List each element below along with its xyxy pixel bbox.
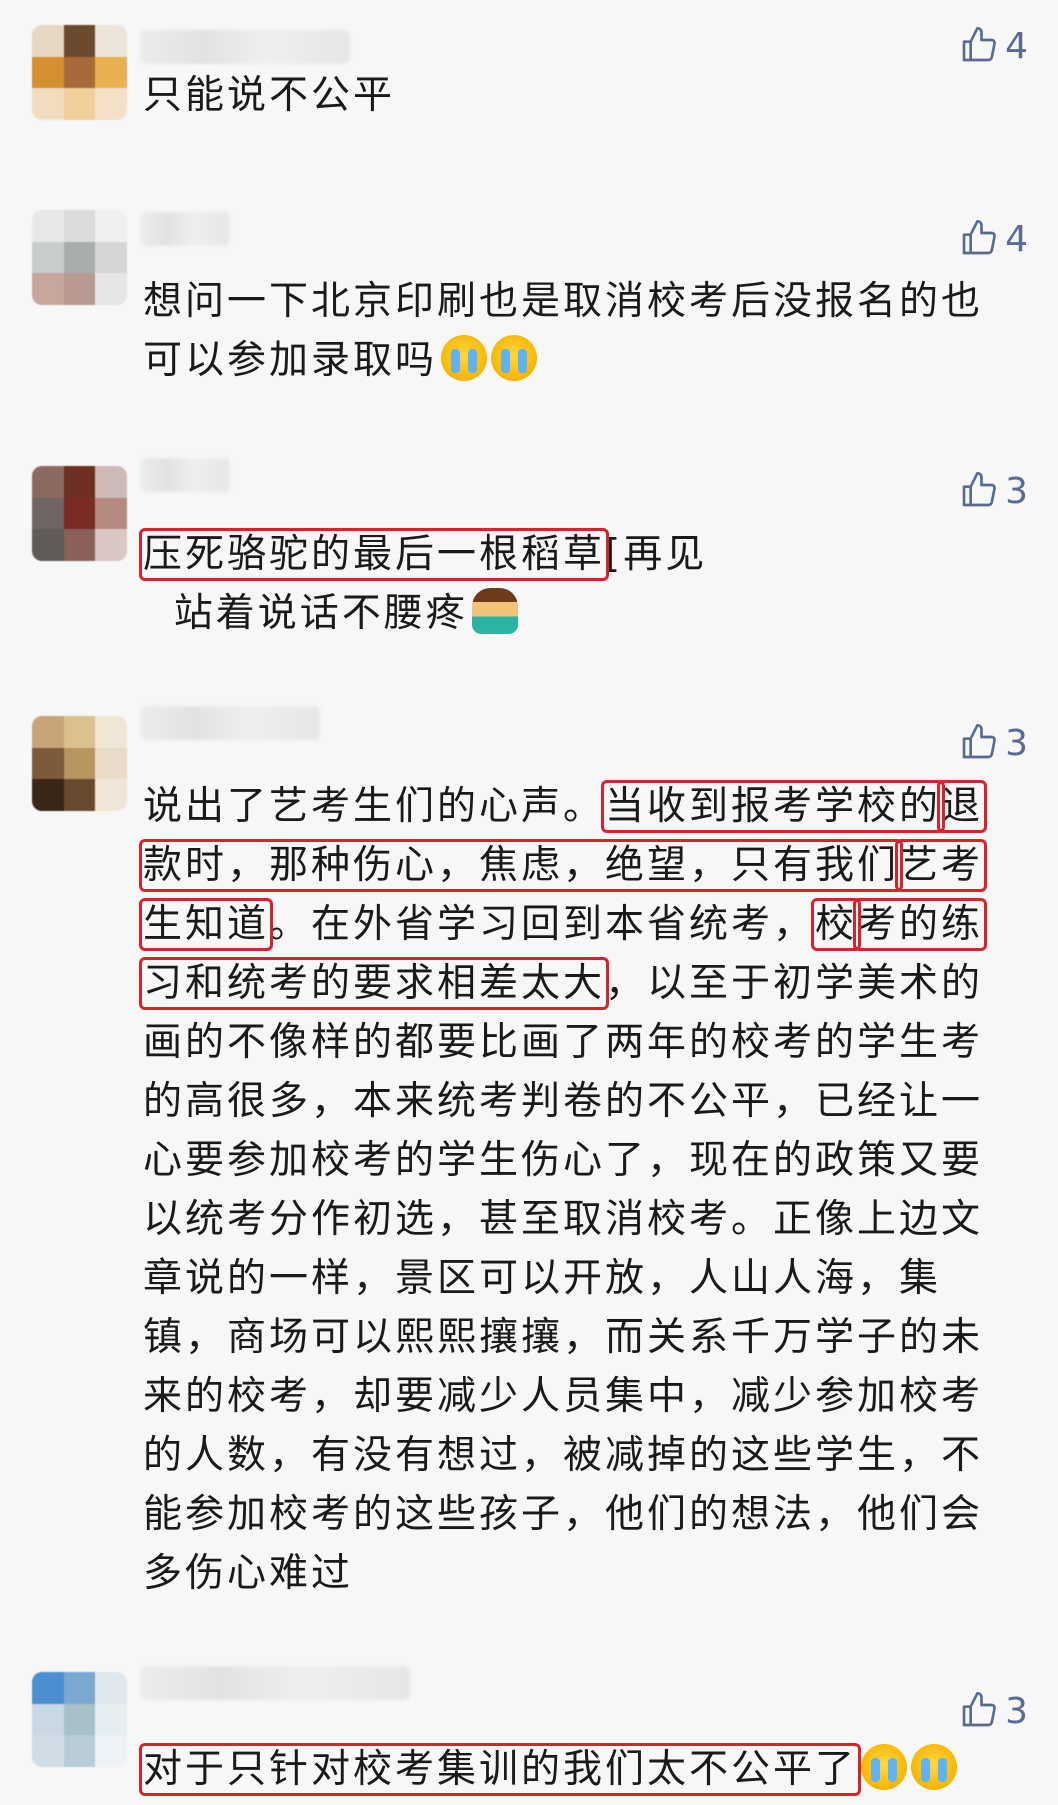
like-button[interactable]: 4 [959, 25, 1028, 69]
avatar[interactable] [32, 716, 127, 811]
avatar-pixel [63, 241, 96, 274]
like-count: 3 [1005, 1691, 1028, 1732]
comment-text-body: 想问一下北京印刷也是取消校考后没报名的也可以参加录取吗 [143, 279, 984, 383]
comment-text: 只能说不公平 [143, 73, 396, 118]
avatar-pixel [95, 1672, 127, 1704]
avatar-pixel [63, 210, 96, 242]
avatar-pixel [95, 1735, 127, 1767]
crying-face-icon [491, 335, 538, 381]
avatar-pixel [32, 273, 64, 305]
avatar-pixel [63, 1735, 96, 1767]
avatar-pixel [95, 241, 127, 274]
avatar-pixel [32, 716, 64, 748]
avatar-pixel [32, 210, 64, 242]
highlighted-phrase: 当收到报考学校的 [601, 780, 946, 833]
avatar-pixel [95, 210, 127, 242]
avatar-pixel [95, 779, 127, 811]
username-blurred[interactable] [140, 706, 320, 740]
avatar-pixel [95, 529, 127, 561]
comment-text-after: [再见 [605, 532, 708, 577]
comment-text: 压死骆驼的最后一根稻草[再见 站着说话不腰疼 [138, 525, 998, 643]
avatar-pixel [95, 716, 127, 748]
crying-face-icon [861, 1744, 908, 1790]
avatar-pixel [95, 56, 127, 89]
avatar-pixel [63, 1672, 96, 1704]
avatar-pixel [63, 747, 96, 780]
comment-text-seg3: ，以至于初学美术的画的不像样的都要比画了两年的校考的学生考的高很多，本来统考判卷… [143, 961, 984, 1596]
avatar-pixel [95, 747, 127, 780]
username-blurred[interactable] [140, 212, 230, 246]
avatar-pixel [63, 529, 96, 561]
person-shrugging-icon [471, 588, 518, 634]
avatar-pixel [95, 1703, 127, 1736]
like-count: 3 [1005, 471, 1028, 512]
username-blurred[interactable] [140, 1666, 410, 1700]
avatar-pixel [32, 466, 64, 498]
avatar[interactable] [32, 210, 127, 305]
avatar-pixel [95, 25, 127, 57]
comment-text: 对于只针对校考集训的我们太不公平了 [138, 1740, 998, 1799]
avatar-pixel [95, 273, 127, 305]
thumbs-up-icon [959, 25, 999, 69]
avatar-pixel [63, 88, 96, 120]
avatar-pixel [63, 56, 96, 89]
like-button[interactable]: 3 [959, 1690, 1028, 1734]
comment-text-seg1: 说出了艺考生们的心声。 [143, 784, 606, 829]
like-button[interactable]: 3 [959, 722, 1028, 766]
crying-face-icon [911, 1744, 958, 1790]
avatar-pixel [63, 466, 96, 498]
thumbs-up-icon [959, 1690, 999, 1734]
comment-text-seg2: 。在外省学习回到本省统考， [269, 902, 816, 947]
highlighted-phrase: 校 [811, 898, 862, 951]
avatar-pixel [95, 466, 127, 498]
avatar-pixel [32, 779, 64, 811]
like-button[interactable]: 3 [959, 470, 1028, 514]
avatar[interactable] [32, 1672, 127, 1767]
avatar-pixel [32, 529, 64, 561]
avatar-pixel [63, 273, 96, 305]
avatar-pixel [32, 497, 64, 530]
avatar-pixel [63, 779, 96, 811]
thumbs-up-icon [959, 218, 999, 262]
like-count: 4 [1005, 26, 1028, 67]
username-blurred[interactable] [140, 458, 230, 492]
comment-text: 说出了艺考生们的心声。当收到报考学校的退款时，那种伤心，焦虑，绝望，只有我们艺考… [138, 777, 998, 1603]
avatar-pixel [32, 1735, 64, 1767]
highlighted-phrase: 压死骆驼的最后一根稻草 [138, 528, 610, 581]
avatar-pixel [32, 88, 64, 120]
avatar-pixel [63, 497, 96, 530]
avatar-pixel [32, 1672, 64, 1704]
comment-text-line2: 站着说话不腰疼 [173, 591, 468, 636]
avatar[interactable] [32, 466, 127, 561]
like-count: 4 [1005, 219, 1028, 260]
avatar[interactable] [32, 25, 127, 120]
like-count: 3 [1005, 723, 1028, 764]
avatar-pixel [95, 88, 127, 120]
avatar-pixel [32, 25, 64, 57]
avatar-pixel [63, 25, 96, 57]
thumbs-up-icon [959, 470, 999, 514]
avatar-pixel [32, 56, 64, 89]
comment-text: 想问一下北京印刷也是取消校考后没报名的也可以参加录取吗 [143, 272, 998, 390]
avatar-pixel [63, 716, 96, 748]
avatar-pixel [63, 1703, 96, 1736]
username-blurred[interactable] [140, 30, 350, 64]
like-button[interactable]: 4 [959, 218, 1028, 262]
avatar-pixel [95, 497, 127, 530]
avatar-pixel [32, 241, 64, 274]
thumbs-up-icon [959, 722, 999, 766]
avatar-pixel [32, 1703, 64, 1736]
avatar-pixel [32, 747, 64, 780]
crying-face-icon [441, 335, 488, 381]
highlighted-phrase: 对于只针对校考集训的我们太不公平了 [138, 1743, 862, 1796]
